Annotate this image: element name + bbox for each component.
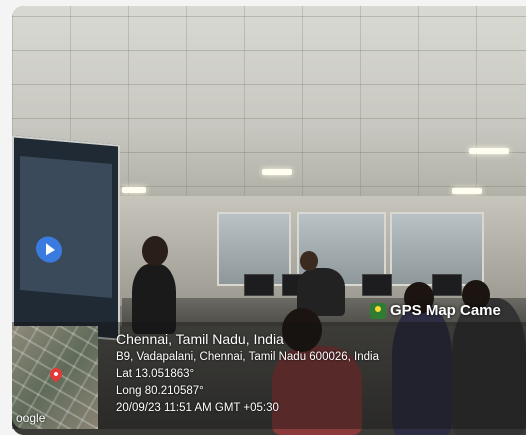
monitor	[362, 274, 392, 296]
ceiling-light	[469, 148, 509, 154]
speaker-head	[142, 236, 168, 266]
location-details: Chennai, Tamil Nadu, India B9, Vadapalan…	[116, 331, 379, 419]
address-line: B9, Vadapalani, Chennai, Tamil Nadu 6000…	[116, 351, 379, 363]
person-head	[300, 251, 318, 271]
gps-camera-icon	[370, 302, 386, 319]
latitude: Lat 13.051863°	[116, 368, 195, 380]
timestamp: 20/09/23 11:51 AM GMT +05:30	[116, 402, 279, 414]
projection-content	[20, 155, 112, 299]
monitor	[244, 274, 274, 296]
mini-map: oogle	[12, 326, 98, 429]
ceiling-light	[452, 188, 482, 194]
gps-badge-label: GPS Map Came	[390, 302, 501, 319]
map-attribution: oogle	[16, 411, 46, 425]
longitude: Long 80.210587°	[116, 385, 204, 397]
ceiling-light	[122, 187, 146, 193]
location-pin-icon	[47, 365, 65, 383]
projector-screen	[12, 135, 120, 341]
monitor	[432, 274, 462, 296]
gps-map-camera-badge: GPS Map Came	[370, 302, 501, 319]
ceiling-light	[262, 169, 292, 175]
city-line: Chennai, Tamil Nadu, India	[116, 331, 284, 347]
